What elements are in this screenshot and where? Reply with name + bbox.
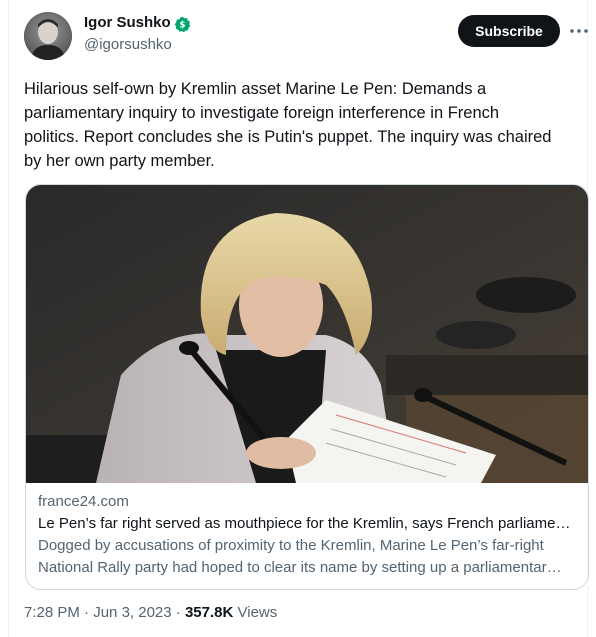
tweet-date[interactable]: Jun 3, 2023 <box>93 604 171 621</box>
author-name[interactable]: Igor Sushko <box>84 14 171 31</box>
card-image <box>26 185 588 483</box>
author-handle[interactable]: @igorsushko <box>84 36 172 53</box>
avatar[interactable] <box>24 12 72 60</box>
svg-text:$: $ <box>180 21 186 31</box>
meta-separator: · <box>175 604 181 621</box>
card-meta: france24.com Le Pen’s far right served a… <box>38 491 578 579</box>
card-domain: france24.com <box>38 493 129 510</box>
frame-border-left <box>8 0 9 637</box>
card-description: Dogged by accusations of proximity to th… <box>38 537 562 576</box>
tweet-time[interactable]: 7:28 PM <box>24 604 80 621</box>
more-horizontal-icon[interactable] <box>569 22 589 40</box>
views-count: 357.8K <box>184 604 234 621</box>
verified-badge-icon[interactable]: $ <box>174 16 191 33</box>
link-preview-card[interactable]: france24.com Le Pen’s far right served a… <box>25 184 589 590</box>
subscribe-button[interactable]: Subscribe <box>458 15 560 47</box>
meta-separator: · <box>84 604 90 621</box>
avatar-image <box>24 12 72 60</box>
tweet-meta: 7:28 PM · Jun 3, 2023 · 357.8K Views <box>24 604 277 621</box>
card-title: Le Pen’s far right served as mouthpiece … <box>38 515 571 532</box>
views-label: Views <box>237 604 278 621</box>
tweet-text: Hilarious self-own by Kremlin asset Mari… <box>24 80 552 170</box>
